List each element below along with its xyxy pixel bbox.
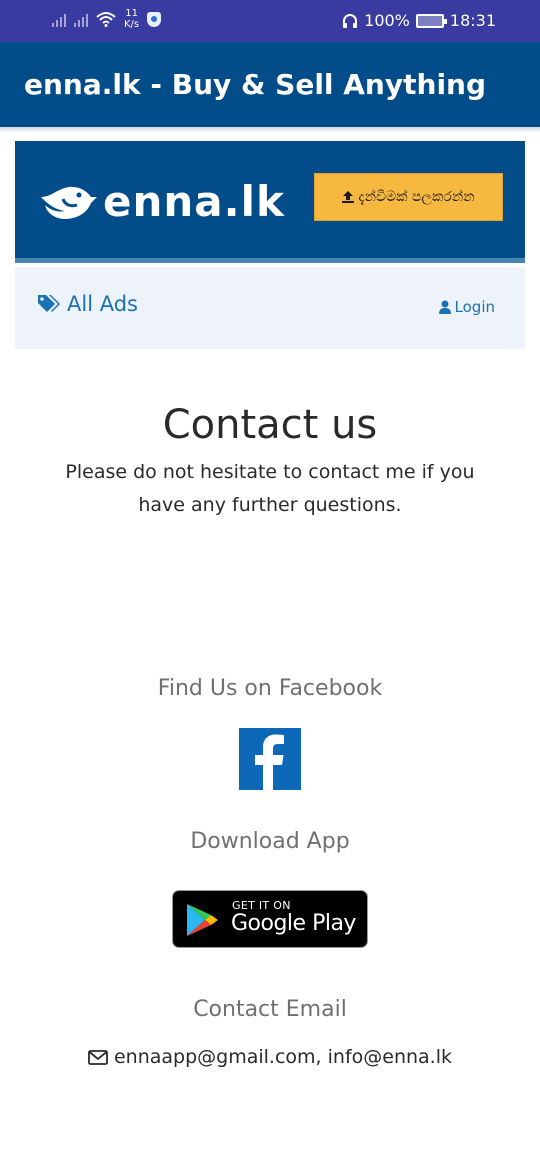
all-ads-label: All Ads bbox=[67, 292, 138, 316]
post-ad-button[interactable]: දැන්වීමක් පලකරන්න bbox=[314, 173, 503, 221]
download-app-heading: Download App bbox=[190, 829, 350, 854]
tags-icon bbox=[38, 295, 60, 312]
network-speed: 11 K/s bbox=[124, 8, 139, 30]
status-left: 11 K/s bbox=[52, 8, 162, 30]
logo-text: enna.lk bbox=[103, 177, 285, 226]
all-ads-link[interactable]: All Ads bbox=[37, 292, 138, 316]
battery-percent: 100% bbox=[364, 11, 410, 30]
status-right: 100% 18:31 bbox=[342, 11, 496, 30]
network-speed-unit: K/s bbox=[124, 19, 140, 30]
headphones-icon bbox=[343, 13, 358, 28]
google-play-icon bbox=[187, 904, 218, 936]
facebook-heading: Find Us on Facebook bbox=[157, 676, 383, 701]
status-bar: 11 K/s 100% 18:31 bbox=[0, 0, 540, 42]
battery-icon bbox=[415, 13, 447, 28]
signal-icon-2 bbox=[74, 11, 88, 27]
google-play-big-text: Google Play bbox=[231, 911, 356, 936]
page-title: Contact us bbox=[162, 402, 378, 448]
facebook-icon[interactable] bbox=[239, 728, 301, 790]
bird-logo-icon bbox=[41, 186, 97, 219]
wifi-icon bbox=[96, 12, 116, 27]
login-label: Login bbox=[454, 298, 495, 316]
app-bar: enna.lk - Buy & Sell Anything bbox=[0, 42, 540, 127]
app-title: enna.lk - Buy & Sell Anything bbox=[24, 68, 487, 101]
contact-email[interactable]: ennaapp@gmail.com, info@enna.lk bbox=[0, 1046, 540, 1068]
signal-icon bbox=[52, 11, 66, 27]
login-link[interactable]: Login bbox=[438, 298, 495, 316]
app-bar-shadow bbox=[0, 127, 540, 133]
site-logo[interactable]: enna.lk bbox=[39, 177, 285, 226]
contact-email-text: ennaapp@gmail.com, info@enna.lk bbox=[113, 1046, 453, 1068]
network-speed-value: 11 bbox=[125, 8, 138, 19]
envelope-icon bbox=[88, 1049, 108, 1065]
contact-email-heading: Contact Email bbox=[193, 997, 347, 1022]
google-play-badge[interactable]: GET IT ON Google Play bbox=[172, 890, 368, 948]
upload-icon bbox=[342, 191, 355, 203]
facebook-f-icon bbox=[255, 734, 284, 790]
post-ad-label: දැන්වීමක් පලකරන්න bbox=[358, 189, 475, 205]
user-icon bbox=[438, 300, 451, 314]
page-subtitle: Please do not hesitate to contact me if … bbox=[65, 461, 475, 516]
clock: 18:31 bbox=[449, 11, 496, 30]
site-header: enna.lk දැන්වීමක් පලකරන්න bbox=[15, 141, 525, 263]
nav-bar: All Ads Login bbox=[15, 267, 525, 349]
shield-icon bbox=[147, 11, 162, 27]
